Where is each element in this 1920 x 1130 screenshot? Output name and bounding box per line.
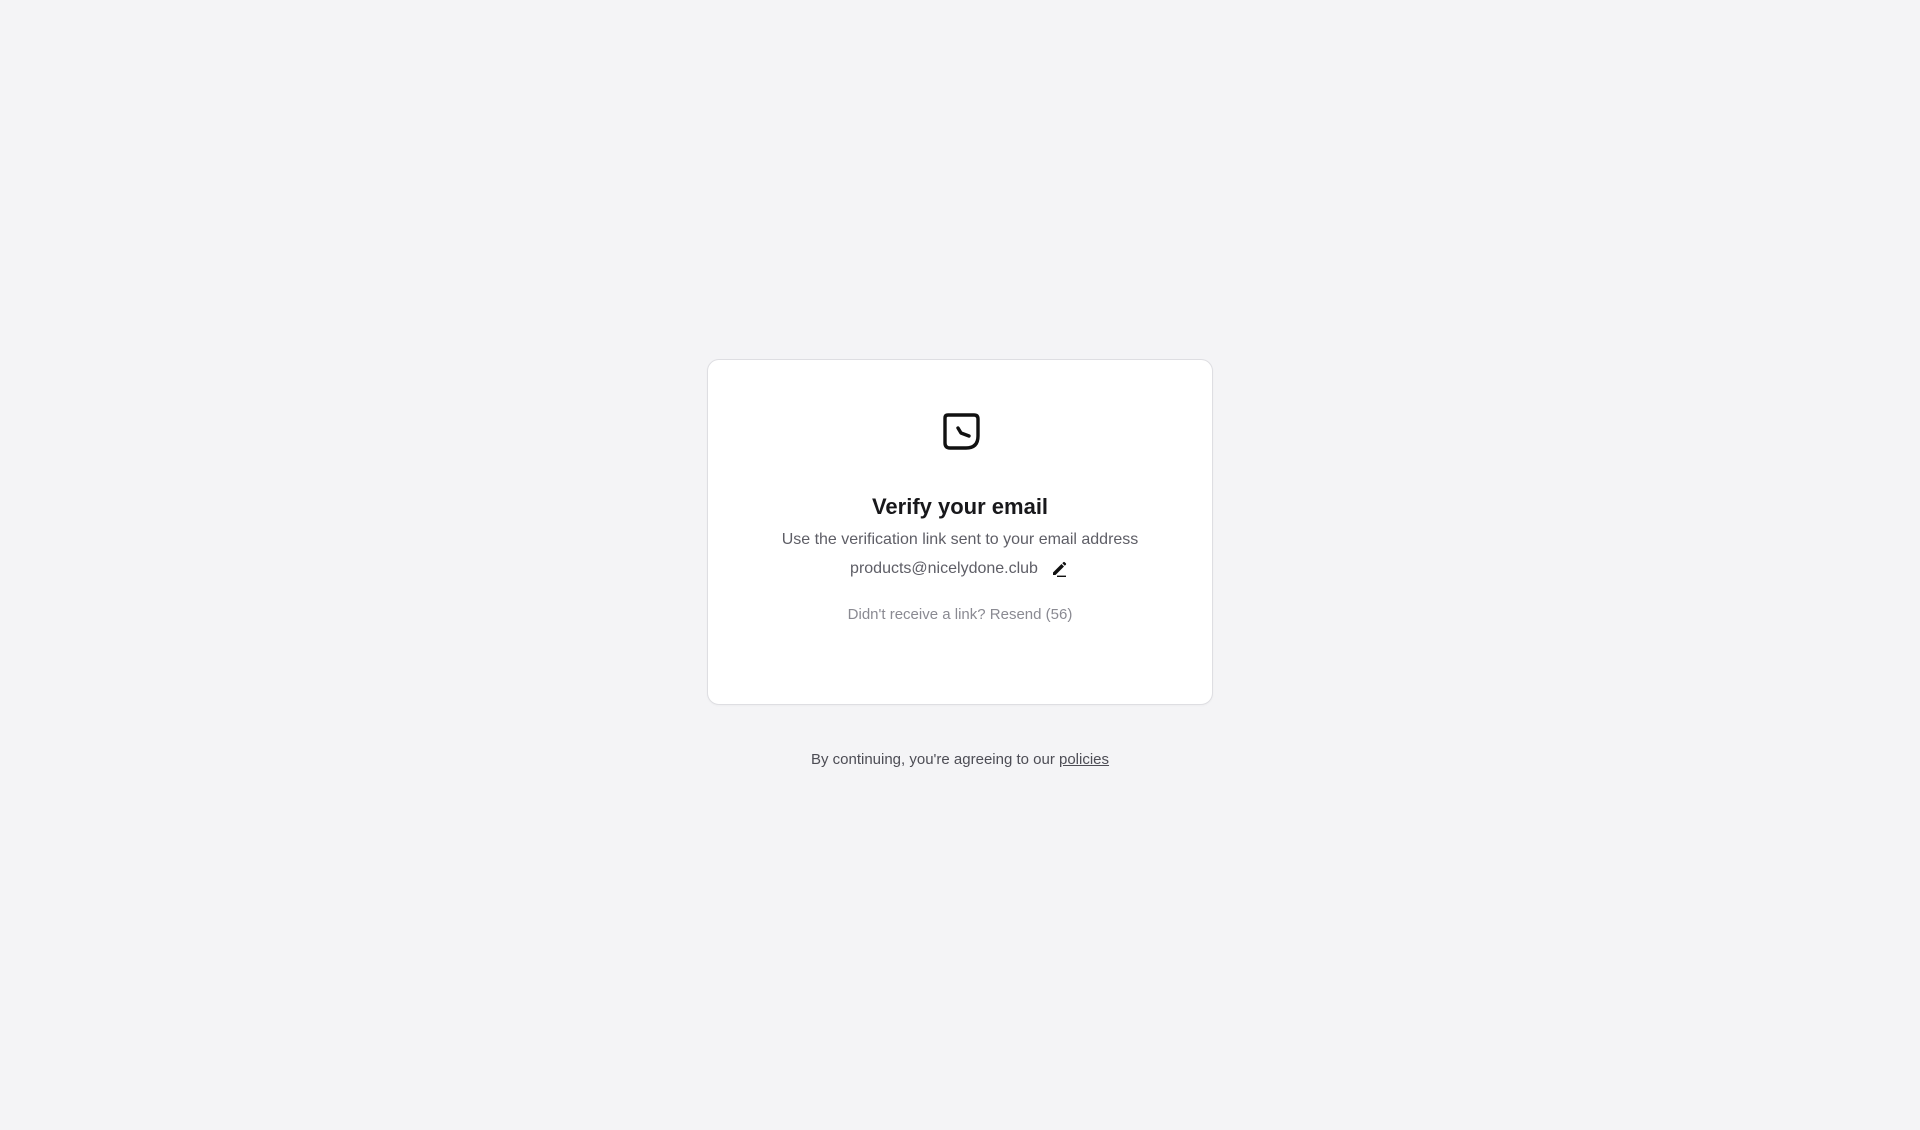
- resend-row: Didn't receive a link? Resend (56): [708, 605, 1212, 625]
- footer-consent: By continuing, you're agreeing to our po…: [0, 750, 1920, 770]
- verify-instructions: Use the verification link sent to your e…: [781, 531, 1139, 548]
- pencil-icon: [1051, 561, 1067, 577]
- logo-icon: [940, 410, 982, 452]
- page-title: Verify your email: [871, 494, 1049, 519]
- email-row: products@nicelydone.club: [708, 558, 1212, 580]
- verify-email-page: Verify your email Use the verification l…: [0, 0, 1920, 1130]
- verify-card: Verify your email Use the verification l…: [707, 359, 1213, 705]
- edit-email-button[interactable]: [1048, 558, 1070, 580]
- footer-text: By continuing, you're agreeing to our: [810, 751, 1055, 768]
- email-address: products@nicelydone.club: [850, 560, 1038, 577]
- policies-link[interactable]: policies: [1059, 751, 1109, 768]
- resend-link[interactable]: Resend (56): [990, 606, 1073, 623]
- resend-prompt: Didn't receive a link?: [847, 606, 986, 623]
